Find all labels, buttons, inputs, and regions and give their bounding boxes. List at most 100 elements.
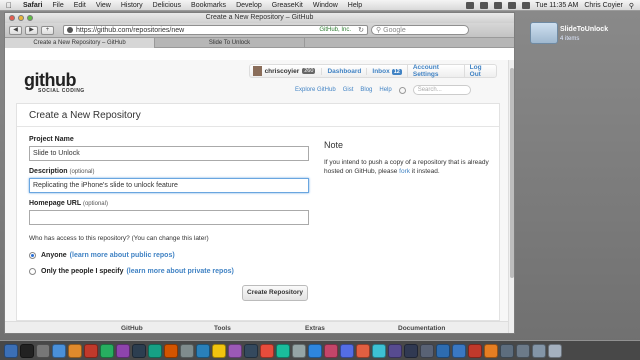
app-icon-green[interactable] <box>100 343 114 358</box>
app-icon-navy[interactable] <box>404 343 418 358</box>
nav-explore-github[interactable]: Explore GitHub <box>295 87 336 93</box>
browser-search-placeholder: Google <box>383 26 406 34</box>
menu-safari[interactable]: Safari <box>18 0 47 11</box>
wifi-icon[interactable] <box>493 2 502 9</box>
inbox-link[interactable]: Inbox 12 <box>366 67 406 75</box>
desktop-folder-label[interactable]: SlideToUnlock <box>560 26 608 33</box>
fork-link[interactable]: fork <box>399 168 410 175</box>
private-repos-link[interactable]: (learn more about private repos) <box>126 268 233 275</box>
menubar-user[interactable]: Chris Coyier <box>584 2 623 9</box>
tab-slide-to-unlock[interactable]: Slide To Unlock <box>155 38 305 48</box>
create-repository-button[interactable]: Create Repository <box>242 285 308 301</box>
volume-icon[interactable] <box>507 2 516 9</box>
app-icon-steel[interactable] <box>420 343 434 358</box>
browser-search-field[interactable]: ⚲ Google <box>371 25 469 35</box>
app-icon-blue[interactable] <box>196 343 210 358</box>
reload-icon[interactable]: ↻ <box>358 26 364 34</box>
site-search-input[interactable]: Search... <box>412 85 471 95</box>
add-bookmark-button[interactable]: + <box>41 25 54 35</box>
app-icon-red[interactable] <box>84 343 98 358</box>
nav-gist[interactable]: Gist <box>343 87 354 93</box>
menu-edit[interactable]: Edit <box>69 0 91 11</box>
vertical-scrollbar[interactable] <box>508 60 514 333</box>
menu-history[interactable]: History <box>116 0 148 11</box>
tab-create-repo[interactable]: Create a New Repository – GitHub <box>5 38 155 48</box>
illustrator-icon[interactable] <box>484 343 498 358</box>
trash-icon[interactable] <box>548 343 562 358</box>
terminal-icon[interactable] <box>20 343 34 358</box>
inbox-label: Inbox <box>372 67 390 75</box>
homepage-optional: (optional) <box>82 201 108 207</box>
radio-private-row[interactable]: Only the people I specify (learn more ab… <box>29 268 234 275</box>
app-icon-teal[interactable] <box>148 343 162 358</box>
nav-help[interactable]: Help <box>379 87 391 93</box>
app-icon-br[interactable] <box>468 343 482 358</box>
app-icon-plum[interactable] <box>388 343 402 358</box>
app-icon-slate[interactable] <box>244 343 258 358</box>
forward-button[interactable]: ▶ <box>25 25 38 35</box>
menu-view[interactable]: View <box>91 0 116 11</box>
app-icon-ps[interactable] <box>452 343 466 358</box>
app-icon-misc[interactable] <box>500 343 514 358</box>
menu-window[interactable]: Window <box>308 0 343 11</box>
radio-private[interactable] <box>29 268 36 275</box>
spotlight-icon[interactable]: ⚲ <box>629 2 634 10</box>
activity-monitor-icon[interactable] <box>36 343 50 358</box>
menu-file[interactable]: File <box>47 0 68 11</box>
folder-icon[interactable] <box>530 22 558 44</box>
public-repos-link[interactable]: (learn more about public repos) <box>70 252 175 259</box>
app-icon-orange[interactable] <box>164 343 178 358</box>
app-icon-rose[interactable] <box>324 343 338 358</box>
menubar-clock[interactable]: Tue 11:35 AM <box>536 2 579 9</box>
app-icon-purple[interactable] <box>116 343 130 358</box>
radio-public-row[interactable]: Anyone (learn more about public repos) <box>29 252 175 259</box>
back-button[interactable]: ◀ <box>9 25 22 35</box>
address-bar[interactable]: https://github.com/repositories/new GitH… <box>63 25 368 35</box>
gear-icon[interactable] <box>398 86 406 94</box>
project-name-input[interactable]: Slide to Unlock <box>29 146 309 161</box>
scrollbar-thumb[interactable] <box>510 68 514 278</box>
menu-delicious[interactable]: Delicious <box>148 0 186 11</box>
mac-menubar:  Safari File Edit View History Deliciou… <box>0 0 640 11</box>
menu-develop[interactable]: Develop <box>231 0 267 11</box>
dashboard-link[interactable]: Dashboard <box>321 67 366 75</box>
app-icon-azure[interactable] <box>308 343 322 358</box>
app-icon-silver[interactable] <box>292 343 306 358</box>
downloads-stack-icon[interactable] <box>516 343 530 358</box>
app-icon-violet[interactable] <box>228 343 242 358</box>
account-settings-link[interactable]: Account Settings <box>406 64 464 78</box>
battery-icon[interactable] <box>521 2 530 9</box>
avatar[interactable] <box>253 66 262 76</box>
logout-link[interactable]: Log Out <box>463 64 496 78</box>
site-identity-badge[interactable]: GitHub, Inc. <box>319 27 351 33</box>
description-input[interactable]: Replicating the iPhone's slide to unlock… <box>29 178 309 193</box>
menu-bookmarks[interactable]: Bookmarks <box>186 0 231 11</box>
app-icon-gray[interactable] <box>180 343 194 358</box>
nav-blog[interactable]: Blog <box>360 87 372 93</box>
menu-greasekit[interactable]: GreaseKit <box>267 0 308 11</box>
menu-help[interactable]: Help <box>343 0 367 11</box>
dropbox-icon[interactable] <box>465 2 474 9</box>
app-icon-yellow[interactable] <box>212 343 226 358</box>
homepage-input[interactable] <box>29 210 309 225</box>
app-icon-scarlet[interactable] <box>260 343 274 358</box>
radio-public-label[interactable]: Anyone <box>41 252 67 259</box>
app-icon-aqua[interactable] <box>276 343 290 358</box>
firefox-icon[interactable] <box>68 343 82 358</box>
app-icon-coral[interactable] <box>356 343 370 358</box>
photoshop-icon[interactable] <box>436 343 450 358</box>
app-icon-dark[interactable] <box>132 343 146 358</box>
documents-stack-icon[interactable] <box>532 343 546 358</box>
address-url[interactable]: https://github.com/repositories/new <box>76 27 184 34</box>
app-icon-cyan[interactable] <box>372 343 386 358</box>
safari-icon[interactable] <box>52 343 66 358</box>
username-link[interactable]: chriscoyier <box>265 68 300 75</box>
app-icon-indigo[interactable] <box>340 343 354 358</box>
bluetooth-icon[interactable] <box>479 2 488 9</box>
radio-private-label[interactable]: Only the people I specify <box>41 268 123 275</box>
github-logo[interactable]: github SOCIAL CODING <box>24 71 85 94</box>
radio-public[interactable] <box>29 252 36 259</box>
apple-menu-icon[interactable]:  <box>0 1 18 10</box>
window-titlebar[interactable]: Create a New Repository – GitHub <box>5 13 514 23</box>
finder-icon[interactable] <box>4 343 18 358</box>
